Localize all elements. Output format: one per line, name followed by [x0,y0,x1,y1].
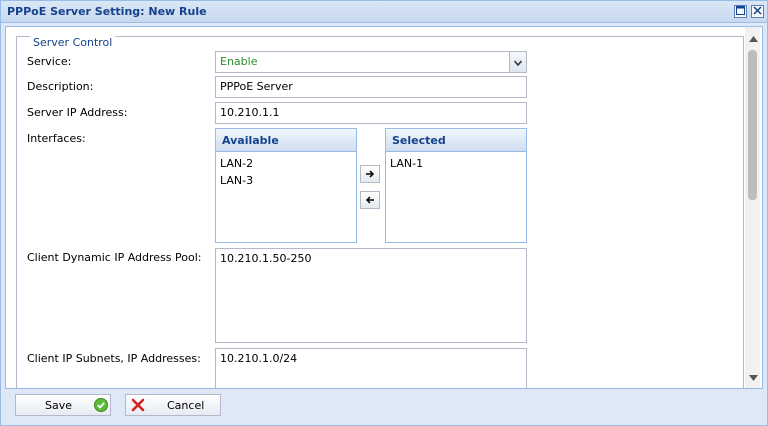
scroll-down-icon[interactable] [748,373,758,383]
dialog-title: PPPoE Server Setting: New Rule [7,5,207,18]
available-interfaces-list: Available LAN-2 LAN-3 [215,128,357,243]
scroll-up-icon[interactable] [748,34,758,44]
fieldset-legend: Server Control [30,36,116,49]
selected-interfaces-list: Selected LAN-1 [385,128,527,243]
list-item[interactable]: LAN-3 [216,172,356,189]
move-right-button[interactable] [360,165,380,183]
chevron-down-icon [513,56,523,69]
description-label: Description: [27,80,94,93]
list-item[interactable]: LAN-1 [386,155,526,172]
close-button[interactable] [751,5,764,18]
selected-header: Selected [386,129,526,152]
title-bar: PPPoE Server Setting: New Rule [1,1,767,23]
save-label: Save [45,398,73,412]
close-icon [753,5,762,18]
description-input[interactable]: PPPoE Server [215,76,527,98]
check-icon [94,398,108,415]
interfaces-label: Interfaces: [27,132,86,145]
scrollbar-thumb[interactable] [748,50,757,200]
vertical-scrollbar[interactable] [745,27,760,388]
arrow-right-icon [365,168,375,181]
dialog-footer: Save Cancel [1,390,767,425]
service-dropdown-trigger[interactable] [509,52,526,72]
service-label: Service: [27,55,72,68]
client-pool-textarea[interactable]: 10.210.1.50-250 [215,248,527,343]
move-left-button[interactable] [360,191,380,209]
server-ip-input[interactable]: 10.210.1.1 [215,102,527,124]
client-pool-label: Client Dynamic IP Address Pool: [27,251,202,264]
pppoe-server-dialog: PPPoE Server Setting: New Rule Server Co… [0,0,768,426]
server-ip-label: Server IP Address: [27,106,128,119]
service-select[interactable]: Enable [215,51,527,73]
client-subnets-label: Client IP Subnets, IP Addresses: [27,352,201,365]
cancel-x-icon [131,398,145,415]
save-button[interactable]: Save [15,394,111,416]
arrow-left-icon [365,194,375,207]
maximize-icon [736,5,745,18]
cancel-label: Cancel [167,398,205,412]
client-subnets-textarea[interactable]: 10.210.1.0/24 [215,348,527,388]
form-panel: Server Control Service: Enable Descripti… [5,26,763,389]
service-value: Enable [220,55,258,68]
available-header: Available [216,129,356,152]
cancel-button[interactable]: Cancel [125,394,221,416]
list-item[interactable]: LAN-2 [216,155,356,172]
maximize-button[interactable] [734,5,747,18]
